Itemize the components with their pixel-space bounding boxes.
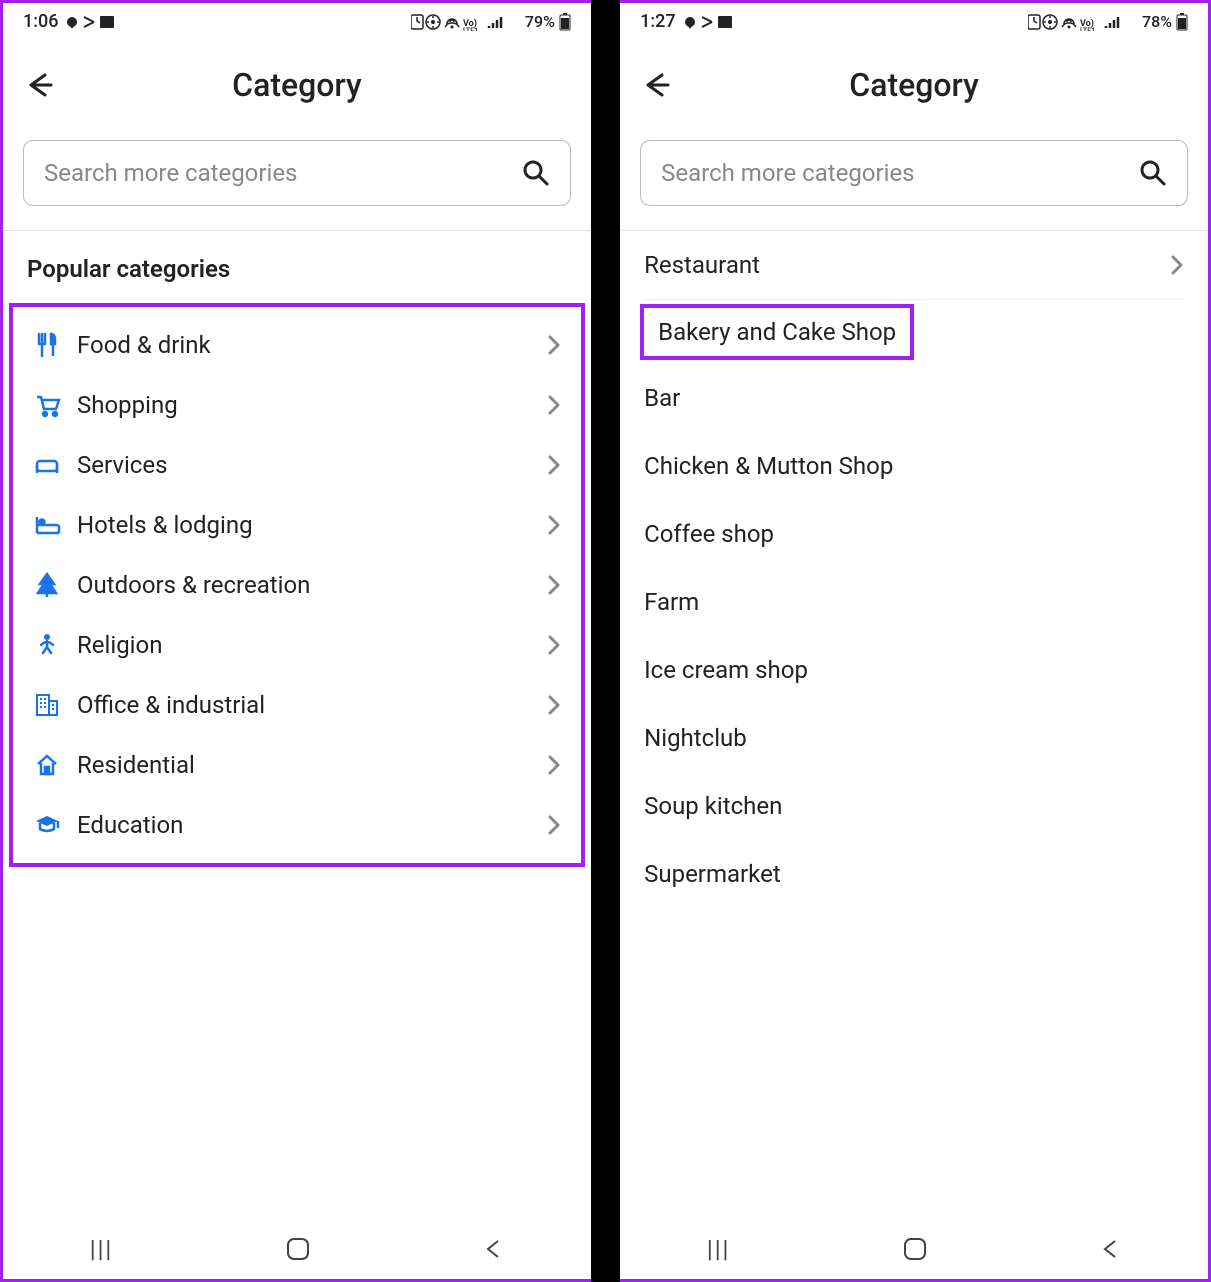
category-label: Services [77,451,547,479]
subcategory-item[interactable]: Nightclub [620,704,1208,772]
search-icon [522,159,550,187]
back-button[interactable] [640,70,670,100]
nav-home-button[interactable] [287,1238,309,1260]
subcategory-label: Nightclub [644,724,747,752]
android-navbar: ||| [620,1219,1208,1279]
status-icons: Vo)LTE1 [1028,13,1138,31]
subcategory-item[interactable]: Ice cream shop [620,636,1208,704]
category-label: Food & drink [77,331,547,359]
chevron-right-icon [547,335,561,355]
nav-recent-button[interactable]: ||| [90,1235,114,1263]
subcategory-label: Restaurant [644,251,760,279]
subcategory-label: Farm [644,588,699,616]
subcategory-label: Ice cream shop [644,656,808,684]
subcategory-label: Chicken & Mutton Shop [644,452,893,480]
highlighted-category-list: Food & drink Shopping Services Hotels & lod… [9,303,585,867]
phone-screen-right: 1:27 Vo)LTE1 78% Category Search more ca… [620,0,1211,1282]
category-label: Education [77,811,547,839]
subcategory-item[interactable]: Chicken & Mutton Shop [620,432,1208,500]
battery-text: 79% [525,12,555,31]
office-icon [33,691,77,719]
food-icon [33,331,77,359]
android-navbar: ||| [3,1219,591,1279]
category-label: Religion [77,631,547,659]
section-title: Popular categories [3,231,591,295]
category-item-office[interactable]: Office & industrial [13,675,581,735]
category-label: Outdoors & recreation [77,571,547,599]
category-item-education[interactable]: Education [13,795,581,855]
nav-recent-button[interactable]: ||| [707,1235,731,1263]
category-item-religion[interactable]: Religion [13,615,581,675]
header: Category [620,36,1208,124]
residential-icon [33,751,77,779]
nav-home-button[interactable] [904,1238,926,1260]
clock-text: 1:06 [23,11,58,32]
category-label: Shopping [77,391,547,419]
phone-screen-left: 1:06 Vo)LTE1 79% Category Search more ca… [0,0,591,1282]
battery-text: 78% [1142,12,1172,31]
subcategory-item-bakery-highlighted[interactable]: Bakery and Cake Shop [640,304,914,360]
services-icon [33,451,77,479]
hotels-icon [33,511,77,539]
notification-icons [64,13,116,31]
chevron-right-icon [547,515,561,535]
status-icons: Vo)LTE1 [411,13,521,31]
notification-icons [682,13,734,31]
chevron-right-icon [547,755,561,775]
category-label: Office & industrial [77,691,547,719]
status-bar: 1:27 Vo)LTE1 78% [620,3,1208,36]
battery-icon [1176,13,1188,31]
battery-icon [559,13,571,31]
chevron-right-icon [547,815,561,835]
svg-text:LTE1: LTE1 [1080,27,1095,31]
nav-back-button[interactable] [482,1238,504,1260]
search-icon [1139,159,1167,187]
category-item-outdoors[interactable]: Outdoors & recreation [13,555,581,615]
search-placeholder: Search more categories [44,159,522,187]
category-label: Hotels & lodging [77,511,547,539]
subcategory-label: Coffee shop [644,520,774,548]
search-input[interactable]: Search more categories [640,140,1188,206]
svg-text:LTE1: LTE1 [463,27,478,31]
subcategory-label: Bar [644,384,680,412]
chevron-right-icon [547,575,561,595]
search-placeholder: Search more categories [661,159,1139,187]
page-title: Category [670,66,1158,104]
subcategory-item[interactable]: Soup kitchen [620,772,1208,840]
subcategory-label: Supermarket [644,860,781,888]
subcategory-item[interactable]: Coffee shop [620,500,1208,568]
religion-icon [33,631,77,659]
screenshot-divider [591,0,620,1282]
category-item-shopping[interactable]: Shopping [13,375,581,435]
category-label: Residential [77,751,547,779]
category-item-services[interactable]: Services [13,435,581,495]
category-item-residential[interactable]: Residential [13,735,581,795]
chevron-right-icon [547,635,561,655]
back-button[interactable] [23,70,53,100]
shopping-icon [33,391,77,419]
search-input[interactable]: Search more categories [23,140,571,206]
clock-text: 1:27 [640,11,675,32]
education-icon [33,811,77,839]
page-title: Category [53,66,541,104]
chevron-right-icon [547,455,561,475]
chevron-right-icon [547,695,561,715]
subcategory-item-restaurant[interactable]: Restaurant [620,231,1208,299]
subcategory-item[interactable]: Bar [620,364,1208,432]
chevron-right-icon [1170,255,1184,275]
category-item-food[interactable]: Food & drink [13,315,581,375]
nav-back-button[interactable] [1099,1238,1121,1260]
category-item-hotels[interactable]: Hotels & lodging [13,495,581,555]
header: Category [3,36,591,124]
status-bar: 1:06 Vo)LTE1 79% [3,3,591,36]
outdoors-icon [33,571,77,599]
subcategory-item[interactable]: Farm [620,568,1208,636]
subcategory-label: Soup kitchen [644,792,782,820]
subcategory-item[interactable]: Supermarket [620,840,1208,908]
chevron-right-icon [547,395,561,415]
